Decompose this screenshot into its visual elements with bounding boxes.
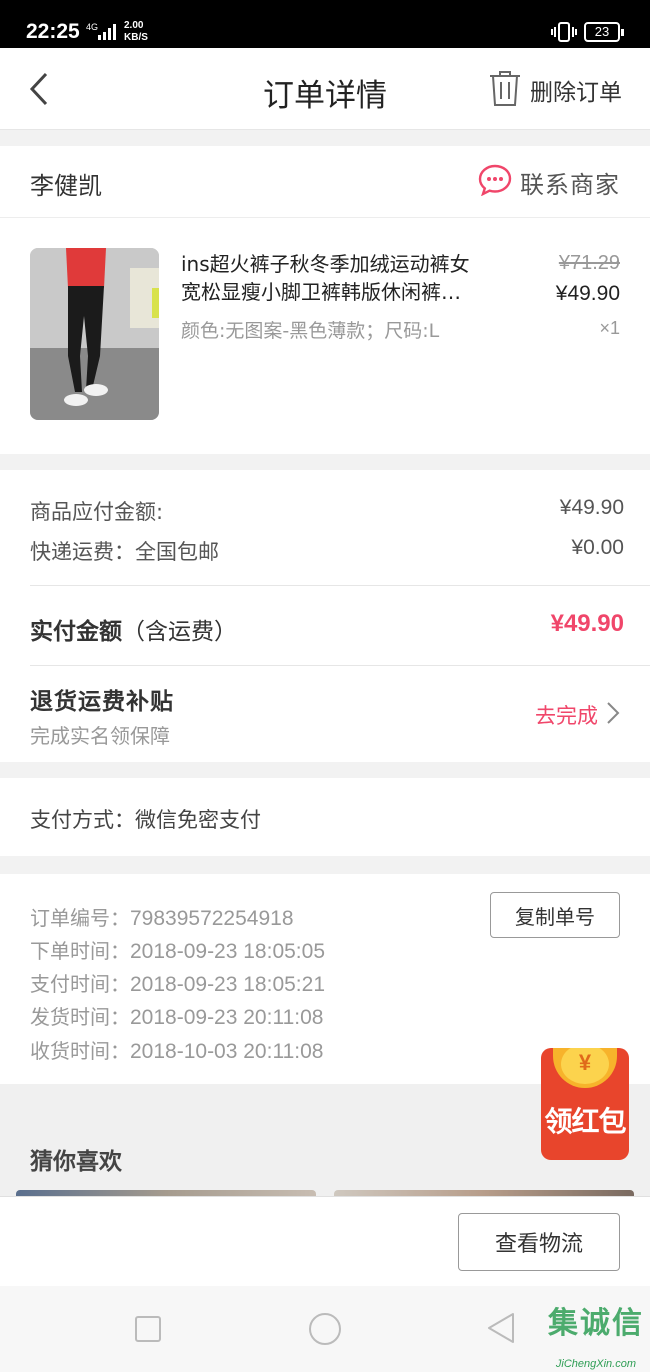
order-received-time: 2018-10-03 20:11:08 xyxy=(130,1040,324,1063)
contact-seller-button[interactable]: 联系商家 xyxy=(478,164,620,200)
battery-indicator: 23 xyxy=(584,22,624,42)
vibrate-icon xyxy=(550,22,578,46)
order-number: 79839572254918 xyxy=(130,907,294,930)
status-time: 22:25 xyxy=(26,20,80,43)
order-number-row: 订单编号：79839572254918 xyxy=(30,906,294,930)
divider xyxy=(30,585,650,586)
refund-complete-label: 去完成 xyxy=(535,704,598,728)
shipping-label: 快递运费：全国包邮 xyxy=(30,540,219,564)
shop-name: 李健凯 xyxy=(30,172,102,200)
payment-method: 支付方式：微信免密支付 xyxy=(30,808,261,832)
order-received-row: 收货时间：2018-10-03 20:11:08 xyxy=(30,1039,324,1063)
amount-section: 商品应付金额: ¥49.90 快递运费：全国包邮 ¥0.00 实付金额（含运费）… xyxy=(0,470,650,762)
order-placed-row: 下单时间：2018-09-23 18:05:05 xyxy=(30,939,325,963)
refund-complete-button[interactable]: 去完成 xyxy=(535,700,620,730)
network-speed: 2.00 KB/S xyxy=(124,20,148,43)
header-bar: 订单详情 删除订单 xyxy=(0,48,650,130)
signal-icon xyxy=(98,24,120,44)
chat-bubble-icon xyxy=(478,164,512,200)
status-bar: 22:25 4G 2.00 KB/S 23 xyxy=(0,0,650,48)
nav-home-circle-icon[interactable] xyxy=(309,1313,341,1345)
product-quantity: ×1 xyxy=(599,318,620,338)
shipping-value: ¥0.00 xyxy=(571,536,624,559)
view-logistics-button[interactable]: 查看物流 xyxy=(458,1213,620,1271)
coin-icon: ¥ xyxy=(553,1048,617,1088)
shipping-row: 快递运费：全国包邮 ¥0.00 xyxy=(30,536,624,566)
system-navigation-bar: 集诚信 JiChengXin.com xyxy=(0,1286,650,1372)
paid-amount-row: 实付金额（含运费） ¥49.90 xyxy=(30,610,624,646)
product-price: ¥49.90 xyxy=(555,282,620,305)
order-paid-time: 2018-09-23 18:05:21 xyxy=(130,973,325,996)
trash-icon xyxy=(488,69,522,111)
payment-method-section: 支付方式：微信免密支付 xyxy=(0,778,650,856)
shop-row: 李健凯 联系商家 xyxy=(0,146,650,218)
order-paid-row: 支付时间：2018-09-23 18:05:21 xyxy=(30,972,325,996)
goods-amount-value: ¥49.90 xyxy=(559,496,624,519)
bottom-action-bar: 查看物流 xyxy=(0,1196,650,1286)
nav-square-icon[interactable] xyxy=(135,1316,161,1342)
goods-amount-label: 商品应付金额: xyxy=(30,500,164,524)
product-sku: 颜色:无图案-黑色薄款；尺码:L xyxy=(181,320,440,342)
red-packet-button[interactable]: ¥ 领红包 xyxy=(541,1048,629,1160)
product-title[interactable]: ins超火裤子秋冬季加绒运动裤女 宽松显瘦小脚卫裤韩版休闲裤… xyxy=(181,250,501,306)
refund-subsidy-title: 退货运费补贴 xyxy=(30,689,174,715)
paid-amount-value: ¥49.90 xyxy=(550,610,624,637)
red-packet-label: 领红包 xyxy=(544,1105,626,1138)
order-shipped-time: 2018-09-23 20:11:08 xyxy=(130,1006,324,1029)
delete-order-label: 删除订单 xyxy=(530,80,622,106)
paid-amount-note: （含运费） xyxy=(122,619,237,645)
recommendation-title: 猜你喜欢 xyxy=(30,1149,122,1175)
copy-order-number-button[interactable]: 复制单号 xyxy=(490,892,620,938)
refund-subsidy-subtitle: 完成实名领保障 xyxy=(30,724,170,748)
delete-order-button[interactable]: 删除订单 xyxy=(488,70,622,110)
divider xyxy=(30,665,650,666)
goods-amount-row: 商品应付金额: ¥49.90 xyxy=(30,496,624,526)
contact-seller-label: 联系商家 xyxy=(520,170,620,199)
order-placed-time: 2018-09-23 18:05:05 xyxy=(130,940,325,963)
nav-back-triangle-icon[interactable] xyxy=(486,1312,516,1348)
watermark-logo: 集诚信 JiChengXin.com xyxy=(548,1306,644,1370)
chevron-right-icon xyxy=(606,701,620,729)
paid-amount-label: 实付金额 xyxy=(30,619,122,645)
network-type: 4G xyxy=(86,22,99,32)
order-shipped-row: 发货时间：2018-09-23 20:11:08 xyxy=(30,1005,324,1029)
product-original-price: ¥71.29 xyxy=(558,252,620,274)
product-item[interactable]: ins超火裤子秋冬季加绒运动裤女 宽松显瘦小脚卫裤韩版休闲裤… 颜色:无图案-黑… xyxy=(0,218,650,454)
product-image[interactable] xyxy=(30,248,159,420)
